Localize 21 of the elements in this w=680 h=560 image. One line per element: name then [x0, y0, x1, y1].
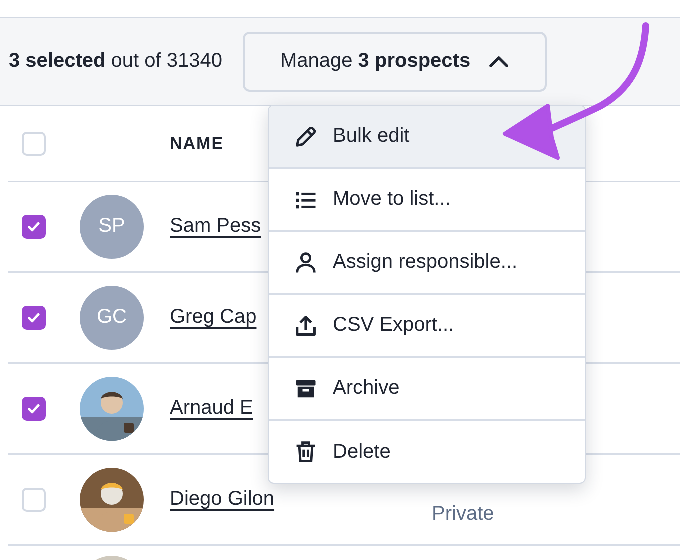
avatar: SP	[80, 194, 144, 258]
checkbox[interactable]	[22, 306, 46, 330]
selection-summary: 3 selected out of 31340	[9, 50, 223, 73]
checkbox[interactable]	[22, 396, 46, 420]
menu-item[interactable]: Move to list...	[269, 169, 585, 232]
prospect-name-link[interactable]: Arnaud E	[170, 397, 254, 420]
avatar: GC	[80, 286, 144, 350]
person-icon	[293, 250, 319, 276]
checkbox[interactable]	[22, 214, 46, 238]
menu-item[interactable]: Assign responsible...	[269, 232, 585, 295]
prospect-name-link[interactable]: Sam Pess	[170, 215, 262, 238]
prospect-name-link[interactable]: Greg Cap	[170, 306, 257, 329]
visibility-text: Private	[432, 503, 494, 526]
menu-item[interactable]: Bulk edit	[269, 106, 585, 169]
menu-item[interactable]: CSV Export...	[269, 295, 585, 358]
chevron-up-icon	[488, 54, 509, 68]
menu-item[interactable]: Delete	[269, 421, 585, 483]
manage-button[interactable]: Manage 3 prospects	[242, 32, 547, 92]
column-header[interactable]: NAME	[170, 134, 224, 154]
prospect-name-link[interactable]: Diego Gilon	[170, 488, 275, 511]
menu-item[interactable]: Archive	[269, 358, 585, 421]
